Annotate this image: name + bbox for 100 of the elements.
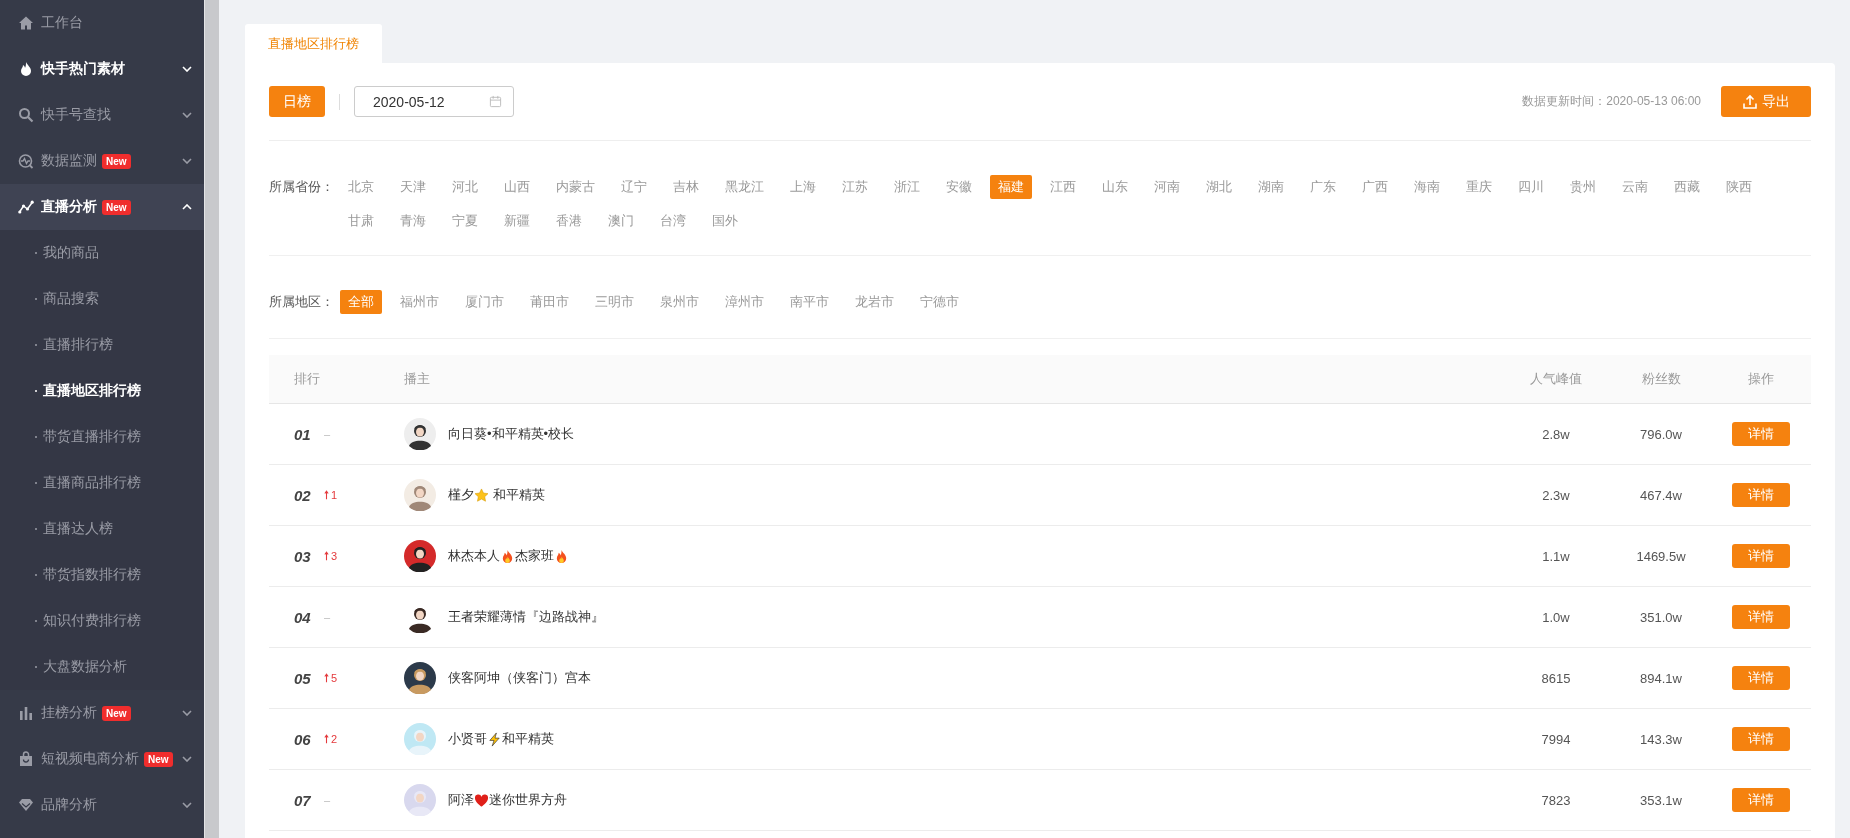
filter-option[interactable]: 湖北	[1198, 175, 1240, 199]
submenu-item[interactable]: 直播商品排行榜	[0, 460, 204, 506]
streamer-name: 和平精英	[491, 486, 545, 504]
submenu-item[interactable]: 商品搜索	[0, 276, 204, 322]
filter-option[interactable]: 吉林	[665, 175, 707, 199]
details-button[interactable]: 详情	[1732, 422, 1790, 446]
filter-option[interactable]: 河北	[444, 175, 486, 199]
chevron-icon	[182, 204, 192, 210]
nav-item[interactable]: 快手热门素材	[0, 46, 204, 92]
filter-option[interactable]: 广东	[1302, 175, 1344, 199]
streamer-name: 小贤哥	[448, 730, 487, 748]
up-arrow-icon	[324, 551, 329, 561]
nav-item[interactable]: 快手号查找	[0, 92, 204, 138]
filter-option[interactable]: 安徽	[938, 175, 980, 199]
submenu-item[interactable]: 带货指数排行榜	[0, 552, 204, 598]
filter-option[interactable]: 江苏	[834, 175, 876, 199]
column-header: 操作	[1748, 370, 1774, 388]
nav-item[interactable]: 短视频电商分析 New	[0, 736, 204, 782]
filter-option[interactable]: 云南	[1614, 175, 1656, 199]
heart-icon	[474, 792, 489, 808]
up-arrow-icon	[324, 673, 329, 683]
nav-item[interactable]: 品牌分析	[0, 782, 204, 828]
filter-option[interactable]: 浙江	[886, 175, 928, 199]
filter-option[interactable]: 厦门市	[457, 290, 512, 314]
date-field[interactable]: 2020-05-12	[354, 86, 514, 117]
submenu-item[interactable]: 直播排行榜	[0, 322, 204, 368]
filter-option[interactable]: 福建	[990, 175, 1032, 199]
filter-option[interactable]: 海南	[1406, 175, 1448, 199]
filter-option[interactable]: 宁夏	[444, 209, 486, 233]
new-badge: New	[102, 705, 131, 721]
nav-item[interactable]: 直播分析 New	[0, 184, 204, 230]
submenu-item[interactable]: 知识付费排行榜	[0, 598, 204, 644]
filter-option[interactable]: 天津	[392, 175, 434, 199]
column-header: 排行	[293, 370, 321, 388]
filter-option[interactable]: 山东	[1094, 175, 1136, 199]
filter-option[interactable]: 莆田市	[522, 290, 577, 314]
submenu-item[interactable]: 我的商品	[0, 230, 204, 276]
filter-option[interactable]: 广西	[1354, 175, 1396, 199]
filter-option[interactable]: 河南	[1146, 175, 1188, 199]
tab[interactable]: 直播地区排行榜	[245, 24, 382, 63]
filter-option[interactable]: 福州市	[392, 290, 447, 314]
details-button[interactable]: 详情	[1732, 788, 1790, 812]
chevron-icon	[182, 710, 192, 716]
filter-option[interactable]: 辽宁	[613, 175, 655, 199]
details-button[interactable]: 详情	[1732, 727, 1790, 751]
upload-icon	[1742, 93, 1758, 110]
filter-option[interactable]: 台湾	[652, 209, 694, 233]
submenu-item[interactable]: 直播地区排行榜	[0, 368, 204, 414]
filter-option[interactable]: 上海	[782, 175, 824, 199]
details-button[interactable]: 详情	[1732, 605, 1790, 629]
rank-change: –	[324, 428, 331, 440]
filter-option[interactable]: 新疆	[496, 209, 538, 233]
filter-option[interactable]: 内蒙古	[548, 175, 603, 199]
nav-item[interactable]: 数据监测 New	[0, 138, 204, 184]
new-badge: New	[102, 153, 131, 169]
filter-option[interactable]: 南平市	[782, 290, 837, 314]
filter-option[interactable]: 甘肃	[340, 209, 382, 233]
filter-option[interactable]: 青海	[392, 209, 434, 233]
filter-option[interactable]: 泉州市	[652, 290, 707, 314]
search-icon	[18, 107, 34, 123]
filter-option[interactable]: 漳州市	[717, 290, 772, 314]
filter-option[interactable]: 黑龙江	[717, 175, 772, 199]
filter-option[interactable]: 贵州	[1562, 175, 1604, 199]
filter-option[interactable]: 国外	[704, 209, 746, 233]
up-arrow-icon	[324, 734, 329, 744]
table-cell: 7823	[1541, 792, 1571, 808]
new-badge: New	[102, 199, 131, 215]
filter-option[interactable]: 全部	[340, 290, 382, 314]
details-button[interactable]: 详情	[1732, 483, 1790, 507]
filter-option[interactable]: 山西	[496, 175, 538, 199]
scrollbar[interactable]	[204, 0, 219, 838]
filter-option[interactable]: 湖南	[1250, 175, 1292, 199]
export-button[interactable]: 导出	[1721, 86, 1811, 117]
filter-option[interactable]: 陕西	[1718, 175, 1760, 199]
filter-option[interactable]: 北京	[340, 175, 382, 199]
filter-option[interactable]: 重庆	[1458, 175, 1500, 199]
table-cell: 796.0w	[1640, 426, 1682, 442]
filter-option[interactable]: 宁德市	[912, 290, 967, 314]
chevron-icon	[182, 66, 192, 72]
details-button[interactable]: 详情	[1732, 544, 1790, 568]
nav-label: 挂榜分析	[41, 704, 97, 722]
filter-option[interactable]: 香港	[548, 209, 590, 233]
filter-option[interactable]: 西藏	[1666, 175, 1708, 199]
details-button[interactable]: 详情	[1732, 666, 1790, 690]
streamer-name: 槿夕	[448, 486, 474, 504]
submenu-item[interactable]: 大盘数据分析	[0, 644, 204, 690]
filter-option[interactable]: 龙岩市	[847, 290, 902, 314]
submenu-item[interactable]: 直播达人榜	[0, 506, 204, 552]
gauge-icon	[18, 153, 34, 169]
filter-option[interactable]: 澳门	[600, 209, 642, 233]
flame-icon	[554, 548, 569, 564]
filter-option[interactable]: 江西	[1042, 175, 1084, 199]
nav-item[interactable]: 工作台	[0, 0, 204, 46]
home-icon	[18, 15, 34, 31]
table-cell: 2.8w	[1542, 426, 1570, 442]
submenu-item[interactable]: 带货直播排行榜	[0, 414, 204, 460]
filter-option[interactable]: 三明市	[587, 290, 642, 314]
nav-item[interactable]: 挂榜分析 New	[0, 690, 204, 736]
filter-option[interactable]: 四川	[1510, 175, 1552, 199]
daily-ranking-button[interactable]: 日榜	[269, 86, 325, 117]
